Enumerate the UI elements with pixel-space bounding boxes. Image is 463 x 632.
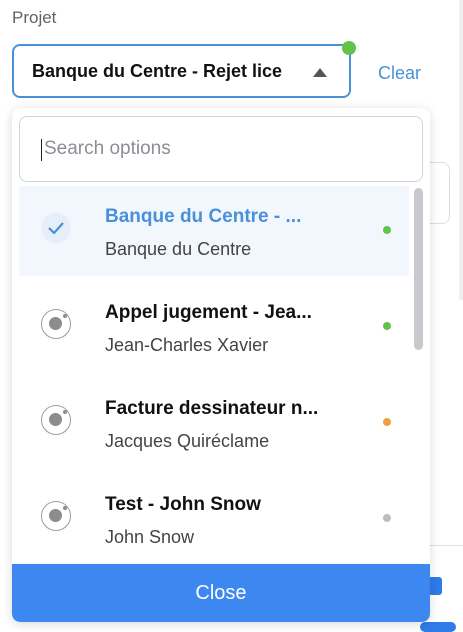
option-subtitle: Jacques Quiréclame [105,431,270,451]
status-dot [383,418,391,426]
radio-icon [41,309,71,339]
field-label: Projet [12,8,57,27]
close-button[interactable]: Close [12,564,430,622]
text-cursor [41,139,42,161]
status-dot [383,322,391,330]
page-edge [459,0,463,300]
check-icon [41,213,71,243]
status-dot [383,226,391,234]
radio-icon [41,501,71,531]
clear-button[interactable]: Clear [378,63,421,84]
option-title: Facture dessinateur n... [105,398,319,419]
option-title: Appel jugement - Jea... [105,302,312,323]
select-value: Banque du Centre - Rejet lice [32,60,283,81]
status-dot [342,41,356,55]
option-item[interactable]: Banque du Centre - ... Banque du Centre [19,186,409,276]
option-subtitle: Jean-Charles Xavier [105,335,269,355]
caret-up-icon[interactable] [313,68,327,77]
option-item[interactable]: Test - John Snow John Snow [19,474,409,564]
status-dot [383,514,391,522]
background-divider [430,545,463,546]
option-subtitle: Banque du Centre [105,239,252,259]
project-select[interactable]: Banque du Centre - Rejet lice [12,44,351,98]
background-toggle[interactable] [420,622,456,632]
option-item[interactable]: Appel jugement - Jea... Jean-Charles Xav… [19,282,409,372]
scrollbar[interactable] [414,188,423,350]
search-input[interactable] [19,116,423,182]
option-title: Banque du Centre - ... [105,206,302,227]
options-dropdown: Banque du Centre - ... Banque du Centre … [12,108,430,622]
option-title: Test - John Snow [105,494,261,515]
option-item[interactable]: Facture dessinateur n... Jacques Quirécl… [19,378,409,468]
background-checkbox[interactable] [428,577,442,595]
radio-icon [41,405,71,435]
option-subtitle: John Snow [105,527,195,547]
